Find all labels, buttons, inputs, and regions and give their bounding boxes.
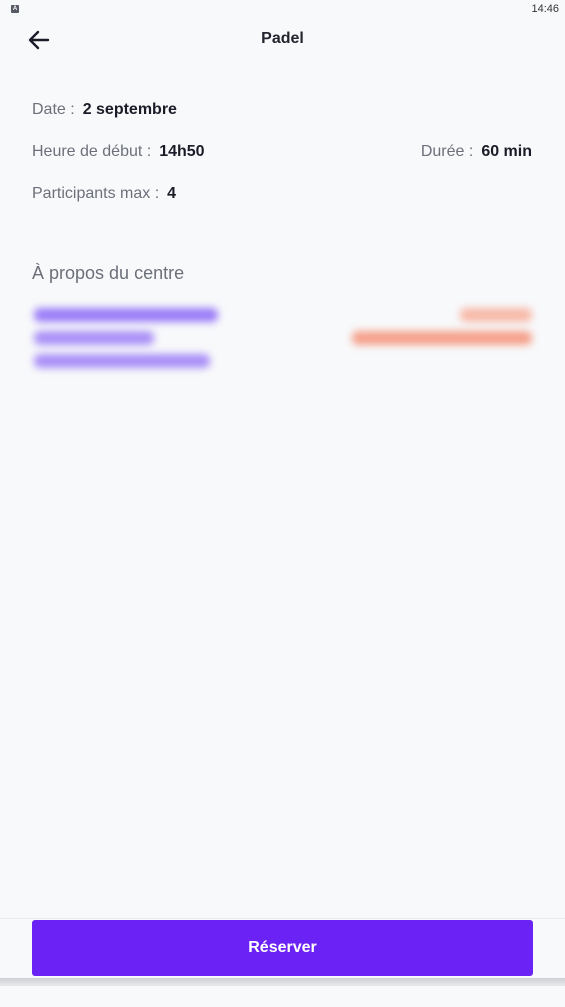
centre-address-line2-blurred bbox=[34, 354, 210, 368]
status-time: 14:46 bbox=[531, 3, 559, 15]
notification-icon: A bbox=[11, 5, 19, 13]
participants-label: Participants max : bbox=[32, 185, 160, 202]
start-time-row: Heure de début : 14h50 bbox=[32, 143, 205, 161]
app-bar: Padel bbox=[0, 20, 565, 60]
nav-bar-shadow bbox=[0, 978, 565, 986]
start-time-value: 14h50 bbox=[159, 143, 205, 160]
status-bar: A 14:46 bbox=[0, 0, 565, 20]
page-title: Padel bbox=[261, 30, 304, 47]
date-row: Date : 2 septembre bbox=[32, 101, 177, 119]
centre-address-line1-blurred bbox=[34, 331, 154, 345]
centre-phone-blurred[interactable] bbox=[460, 308, 532, 322]
participants-row: Participants max : 4 bbox=[32, 185, 176, 203]
centre-name-blurred bbox=[34, 308, 218, 322]
start-time-label: Heure de début : bbox=[32, 143, 152, 160]
date-value: 2 septembre bbox=[82, 101, 177, 118]
duration-value: 60 min bbox=[481, 143, 532, 160]
centre-email-blurred[interactable] bbox=[352, 331, 532, 345]
duration-label: Durée : bbox=[420, 143, 474, 160]
reserve-button[interactable]: Réserver bbox=[32, 920, 533, 976]
duration-row: Durée : 60 min bbox=[421, 143, 532, 161]
date-label: Date : bbox=[32, 101, 75, 118]
participants-value: 4 bbox=[167, 185, 177, 202]
about-section-title: À propos du centre bbox=[32, 263, 185, 283]
